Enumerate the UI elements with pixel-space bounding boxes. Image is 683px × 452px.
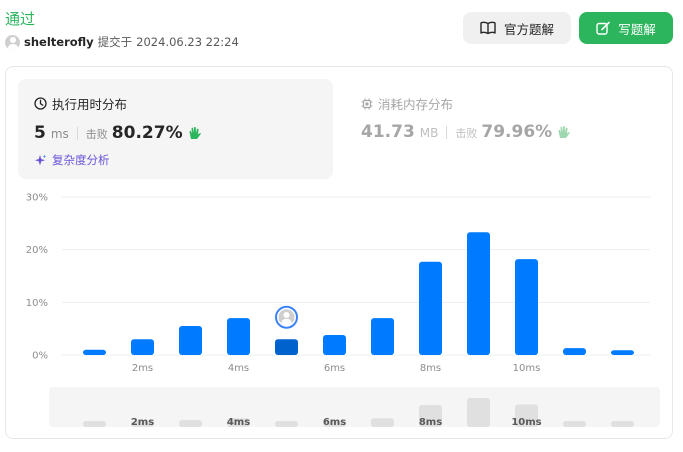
submitted-label: 提交于 [97, 35, 133, 49]
runtime-stats: 5 ms 击败 80.27% [34, 123, 202, 143]
edit-icon [596, 21, 611, 35]
memory-beats-pct: 79.96% [481, 122, 553, 142]
complexity-analysis-label: 复杂度分析 [52, 153, 110, 167]
histogram-bar[interactable] [323, 334, 346, 355]
runtime-unit: ms [50, 127, 69, 141]
memory-beats-label: 击败 [455, 127, 478, 140]
memory-title[interactable]: 消耗内存分布 [361, 94, 453, 113]
sparkle-icon [35, 154, 47, 165]
runtime-card[interactable]: 执行用时分布 5 ms 击败 80.27% 复杂度分析 [18, 79, 333, 179]
memory-title-text: 消耗内存分布 [378, 97, 454, 112]
memory-stats[interactable]: 41.73 MB 击败 79.96% [361, 122, 571, 142]
histogram-bar[interactable] [275, 339, 298, 355]
official-solution-label: 官方题解 [503, 21, 554, 37]
runtime-title-text: 执行用时分布 [52, 97, 128, 112]
complexity-analysis-link[interactable]: 复杂度分析 [34, 152, 110, 168]
avatar[interactable] [5, 34, 20, 50]
official-solution-button[interactable]: 官方题解 [463, 12, 571, 44]
memory-unit: MB [419, 126, 439, 140]
chip-icon [361, 98, 373, 109]
write-solution-button[interactable]: 写题解 [579, 12, 673, 44]
clap-icon [189, 127, 201, 139]
histogram-bar[interactable] [515, 259, 538, 355]
memory-value: 41.73 [361, 122, 415, 142]
submission-timestamp: 2024.06.23 22:24 [136, 35, 239, 49]
histogram-bar[interactable] [467, 232, 490, 355]
histogram-bar[interactable] [83, 349, 106, 355]
runtime-beats-label: 击败 [85, 128, 108, 141]
runtime-title: 执行用时分布 [34, 94, 127, 113]
write-solution-label: 写题解 [618, 21, 656, 37]
submission-status: 通过 [5, 10, 36, 28]
histogram-bar[interactable] [179, 326, 202, 355]
book-icon [480, 21, 496, 35]
histogram-bar[interactable] [131, 339, 154, 355]
divider [76, 126, 78, 140]
histogram-bar[interactable] [227, 318, 250, 355]
username[interactable]: shelterofly [24, 35, 94, 49]
runtime-value: 5 [34, 123, 46, 143]
clap-icon [558, 126, 571, 138]
clock-icon [34, 97, 47, 110]
histogram-bar[interactable] [419, 261, 442, 355]
runtime-beats-pct: 80.27% [111, 123, 183, 143]
divider [446, 125, 448, 139]
histogram-bar[interactable] [563, 348, 586, 355]
submission-meta: shelterofly 提交于 2024.06.23 22:24 [5, 34, 239, 50]
histogram-bar[interactable] [611, 350, 634, 355]
histogram-bar[interactable] [371, 318, 394, 355]
